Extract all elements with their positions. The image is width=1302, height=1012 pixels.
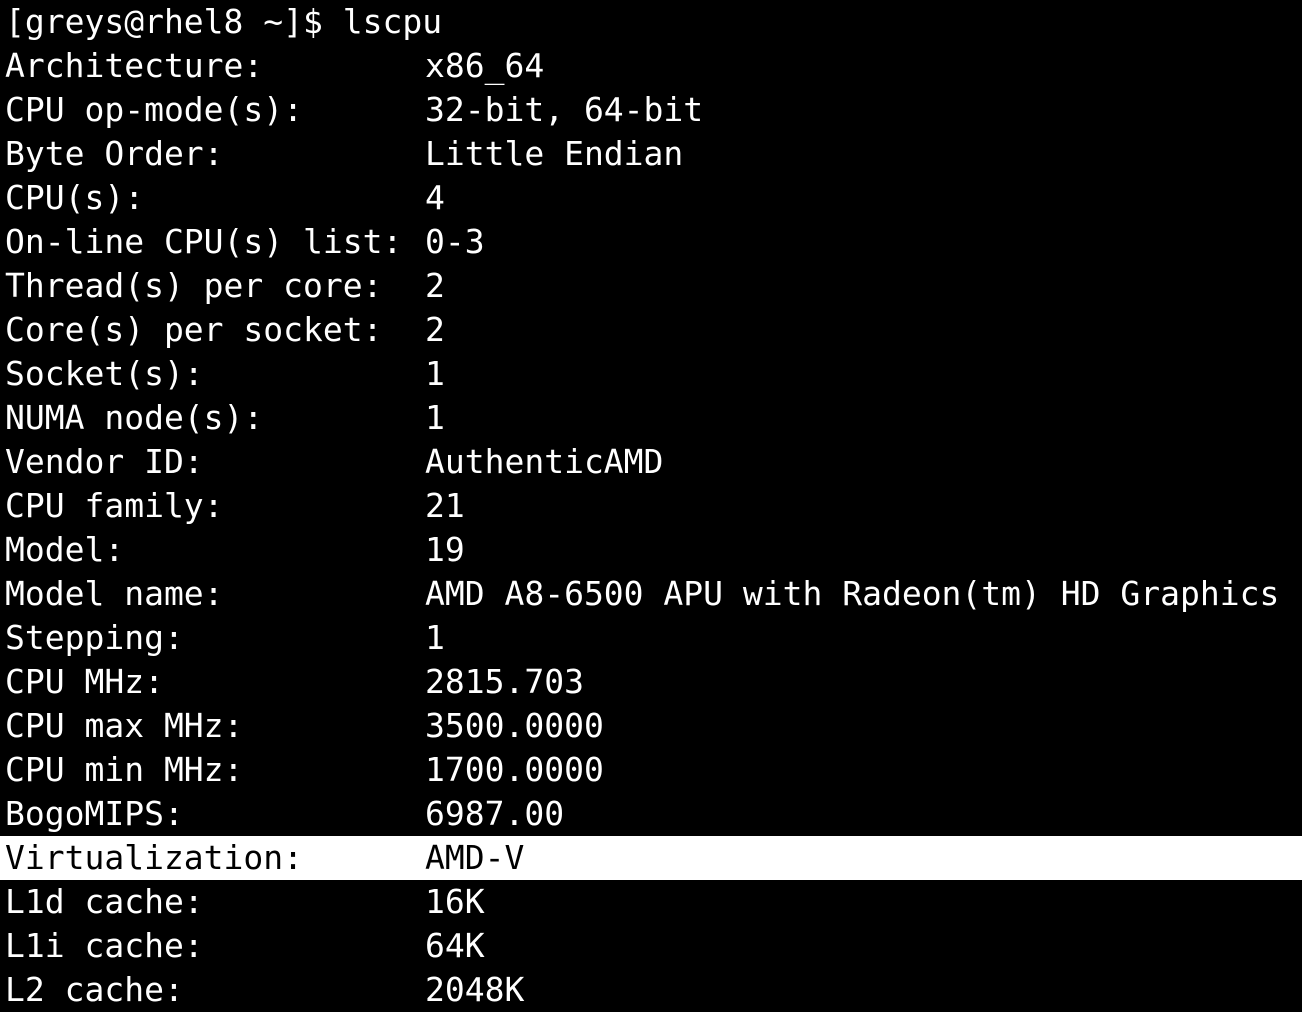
output-value: 1 [425, 618, 445, 657]
output-row-virtualization-highlighted: Virtualization: AMD-V [0, 836, 1302, 880]
output-row-byte-order: Byte Order: Little Endian [0, 132, 1302, 176]
output-row-cpu-max-mhz: CPU max MHz: 3500.0000 [0, 704, 1302, 748]
output-value: 1 [425, 354, 445, 393]
output-key: CPU max MHz: [5, 706, 244, 745]
terminal-window[interactable]: [greys@rhel8 ~]$ lscpu Architecture: x86_… [0, 0, 1302, 1012]
output-row-l1i-cache: L1i cache: 64K [0, 924, 1302, 968]
output-key: L1d cache: [5, 882, 204, 921]
output-value: 1 [425, 398, 445, 437]
output-row-numa-nodes: NUMA node(s): 1 [0, 396, 1302, 440]
output-row-cores-per-socket: Core(s) per socket: 2 [0, 308, 1302, 352]
output-key: Stepping: [5, 618, 184, 657]
output-key: Vendor ID: [5, 442, 204, 481]
output-row-vendor-id: Vendor ID: AuthenticAMD [0, 440, 1302, 484]
output-row-cpu-min-mhz: CPU min MHz: 1700.0000 [0, 748, 1302, 792]
output-key: Core(s) per socket: [5, 310, 383, 349]
output-value: 32-bit, 64-bit [425, 90, 704, 129]
output-value: x86_64 [425, 46, 545, 85]
output-value: 2815.703 [425, 662, 584, 701]
output-value: AuthenticAMD [425, 442, 664, 481]
output-value: 16K [425, 882, 485, 921]
output-key: CPU MHz: [5, 662, 164, 701]
output-value: 21 [425, 486, 465, 525]
output-value: 1700.0000 [425, 750, 604, 789]
output-key: Architecture: [5, 46, 264, 85]
output-value: AMD A8-6500 APU with Radeon(tm) HD Graph… [425, 574, 1280, 613]
output-value: AMD-V [425, 838, 525, 877]
output-key: Virtualization: [5, 838, 304, 877]
output-row-model: Model: 19 [0, 528, 1302, 572]
output-value: 2048K [425, 970, 525, 1009]
output-key: CPU op-mode(s): [5, 90, 304, 129]
output-key: Model name: [5, 574, 224, 613]
output-key: Byte Order: [5, 134, 224, 173]
output-key: L2 cache: [5, 970, 184, 1009]
output-key: NUMA node(s): [5, 398, 264, 437]
output-value: 3500.0000 [425, 706, 604, 745]
output-row-online-cpu-list: On-line CPU(s) list: 0-3 [0, 220, 1302, 264]
output-row-model-name: Model name: AMD A8-6500 APU with Radeon(t… [0, 572, 1302, 616]
output-row-bogomips: BogoMIPS: 6987.00 [0, 792, 1302, 836]
output-value: 19 [425, 530, 465, 569]
output-value: 6987.00 [425, 794, 565, 833]
output-value: 4 [425, 178, 445, 217]
output-row-stepping: Stepping: 1 [0, 616, 1302, 660]
output-row-architecture: Architecture: x86_64 [0, 44, 1302, 88]
output-value: 2 [425, 266, 445, 305]
output-key: CPU family: [5, 486, 224, 525]
output-key: Model: [5, 530, 125, 569]
output-value: Little Endian [425, 134, 684, 173]
output-key: CPU(s): [5, 178, 145, 217]
output-key: L1i cache: [5, 926, 204, 965]
output-row-cpu-op-modes: CPU op-mode(s): 32-bit, 64-bit [0, 88, 1302, 132]
output-row-sockets: Socket(s): 1 [0, 352, 1302, 396]
output-value: 64K [425, 926, 485, 965]
output-key: Thread(s) per core: [5, 266, 383, 305]
output-row-l1d-cache: L1d cache: 16K [0, 880, 1302, 924]
output-value: 0-3 [425, 222, 485, 261]
command-prompt: [greys@rhel8 ~]$ lscpu [5, 2, 443, 41]
output-row-cpu-family: CPU family: 21 [0, 484, 1302, 528]
output-key: On-line CPU(s) list: [5, 222, 403, 261]
command-prompt-line: [greys@rhel8 ~]$ lscpu [0, 0, 1302, 44]
output-key: Socket(s): [5, 354, 204, 393]
output-row-threads-per-core: Thread(s) per core: 2 [0, 264, 1302, 308]
output-row-cpus: CPU(s): 4 [0, 176, 1302, 220]
output-row-l2-cache: L2 cache: 2048K [0, 968, 1302, 1012]
output-value: 2 [425, 310, 445, 349]
output-key: CPU min MHz: [5, 750, 244, 789]
output-key: BogoMIPS: [5, 794, 184, 833]
output-row-cpu-mhz: CPU MHz: 2815.703 [0, 660, 1302, 704]
